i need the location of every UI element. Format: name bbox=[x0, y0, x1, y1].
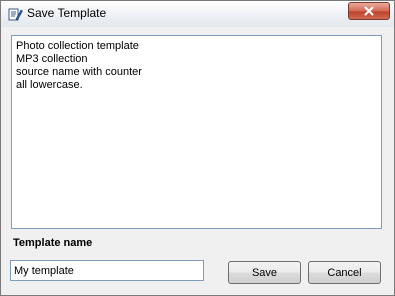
template-name-label: Template name bbox=[13, 237, 93, 249]
cancel-button[interactable]: Cancel bbox=[308, 261, 381, 284]
template-line: all lowercase. bbox=[16, 79, 83, 91]
templates-text-area[interactable]: Photo collection template MP3 collection… bbox=[11, 35, 382, 229]
template-edit-icon bbox=[7, 6, 23, 22]
title-bar[interactable]: Save Template bbox=[1, 1, 394, 27]
template-line: MP3 collection bbox=[16, 53, 88, 65]
template-line: source name with counter bbox=[16, 66, 142, 78]
close-button[interactable] bbox=[348, 2, 390, 20]
template-name-input[interactable] bbox=[10, 260, 204, 281]
template-line: Photo collection template bbox=[16, 40, 139, 52]
save-button[interactable]: Save bbox=[228, 261, 301, 284]
close-icon bbox=[364, 6, 374, 16]
save-template-dialog: Save Template Photo collection template … bbox=[0, 0, 395, 296]
window-title: Save Template bbox=[27, 6, 107, 20]
